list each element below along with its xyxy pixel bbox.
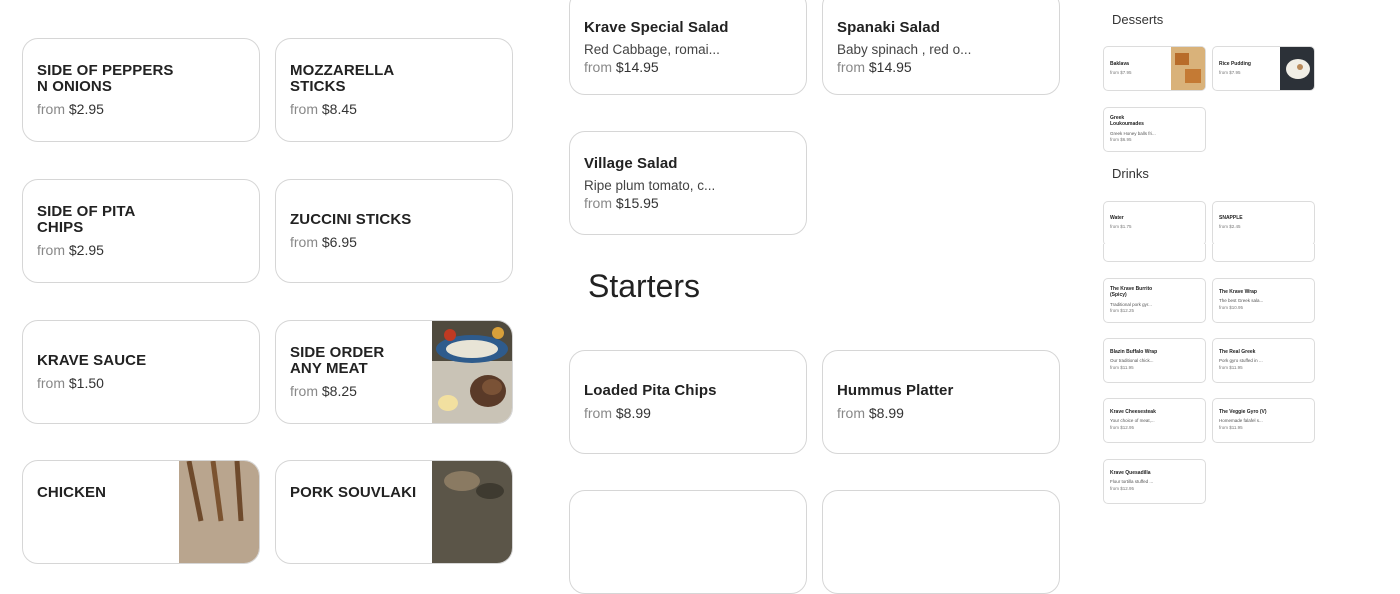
minimap-item[interactable]: Baklava from $7.95 — [1103, 46, 1206, 91]
item-photo — [432, 461, 512, 563]
starter-card-partial[interactable] — [822, 490, 1060, 594]
minimap-item[interactable]: Krave Cheesesteak Your choice of meat,..… — [1103, 398, 1206, 443]
item-price: from $2.95 — [37, 242, 104, 258]
minimap-item[interactable]: The Veggie Gyro (V) Homemade falafel s..… — [1212, 398, 1315, 443]
menu-item-card[interactable]: KRAVE SAUCE from $1.50 — [22, 320, 260, 424]
item-photo — [179, 461, 259, 563]
item-description: Ripe plum tomato, c... — [584, 177, 716, 193]
menu-item-card[interactable]: PORK SOUVLAKI — [275, 460, 513, 564]
item-price: from $6.95 — [290, 234, 357, 250]
item-name: Hummus Platter — [837, 382, 954, 399]
item-price: from $8.25 — [290, 383, 357, 399]
starter-card[interactable]: Hummus Platter from $8.99 — [822, 350, 1060, 454]
salad-card[interactable]: Village Salad Ripe plum tomato, c... fro… — [569, 131, 807, 235]
minimap-item[interactable]: The Krave Wrap The best Greek sala... fr… — [1212, 278, 1315, 323]
item-name: SIDE OF PEPPERS N ONIONS — [37, 62, 174, 95]
item-price: from $8.99 — [584, 405, 651, 421]
item-name: SIDE ORDER ANY MEAT — [290, 344, 385, 377]
starter-card[interactable]: Loaded Pita Chips from $8.99 — [569, 350, 807, 454]
minimap-item[interactable]: Blazin Buffalo Wrap Our traditional chic… — [1103, 338, 1206, 383]
section-title-starters: Starters — [588, 268, 701, 304]
menu-item-card[interactable]: SIDE OF PITA CHIPS from $2.95 — [22, 179, 260, 283]
item-photo — [432, 321, 512, 423]
item-price: from $8.99 — [837, 405, 904, 421]
minimap-item-photo — [1171, 47, 1205, 90]
salad-card[interactable]: Spanaki Salad Baby spinach , red o... fr… — [822, 0, 1060, 95]
menu-item-card[interactable]: SIDE OF PEPPERS N ONIONS from $2.95 — [22, 38, 260, 142]
item-price: from $14.95 — [584, 59, 659, 75]
minimap-item[interactable]: The Krave Burrito (Spicy) Traditional po… — [1103, 278, 1206, 323]
minimap-item-partial[interactable] — [1212, 244, 1315, 262]
item-price: from $2.95 — [37, 101, 104, 117]
minimap-item[interactable]: The Real Greek Pork gyro stuffed in ... … — [1212, 338, 1315, 383]
item-price: from $8.45 — [290, 101, 357, 117]
item-price: from $15.95 — [584, 194, 659, 211]
minimap-title-desserts: Desserts — [1112, 12, 1164, 27]
item-description: Baby spinach , red o... — [837, 42, 972, 57]
minimap-item[interactable]: Water from $1.75 — [1103, 201, 1206, 246]
minimap-item[interactable]: Greek Loukoumades Greek Honey balls fri.… — [1103, 107, 1206, 152]
item-name: Krave Special Salad — [584, 19, 729, 36]
item-name: Loaded Pita Chips — [584, 382, 717, 399]
item-description: Red Cabbage, romai... — [584, 42, 720, 57]
item-name: Village Salad — [584, 154, 678, 172]
minimap-item[interactable]: SNAPPLE from $2.45 — [1212, 201, 1315, 246]
minimap-item[interactable]: Krave Quesadilla Flour tortilla stuffed … — [1103, 459, 1206, 504]
item-price: from $1.50 — [37, 375, 104, 391]
item-name: SIDE OF PITA CHIPS — [37, 203, 135, 236]
minimap-item-photo — [1280, 47, 1314, 90]
item-name: KRAVE SAUCE — [37, 352, 147, 369]
minimap-title-drinks: Drinks — [1112, 166, 1149, 181]
minimap-item-partial[interactable] — [1103, 244, 1206, 262]
minimap-item[interactable]: Rice Pudding from $7.95 — [1212, 46, 1315, 91]
menu-item-card[interactable]: ZUCCINI STICKS from $6.95 — [275, 179, 513, 283]
menu-item-card[interactable]: SIDE ORDER ANY MEAT from $8.25 — [275, 320, 513, 424]
item-name: Spanaki Salad — [837, 19, 941, 36]
item-name: ZUCCINI STICKS — [290, 211, 412, 228]
starter-card-partial[interactable] — [569, 490, 807, 594]
menu-item-card[interactable]: MOZZARELLA STICKS from $8.45 — [275, 38, 513, 142]
salad-card[interactable]: Krave Special Salad Red Cabbage, romai..… — [569, 0, 807, 95]
menu-item-card[interactable]: CHICKEN — [22, 460, 260, 564]
item-price: from $14.95 — [837, 59, 912, 75]
item-name: MOZZARELLA STICKS — [290, 62, 394, 95]
